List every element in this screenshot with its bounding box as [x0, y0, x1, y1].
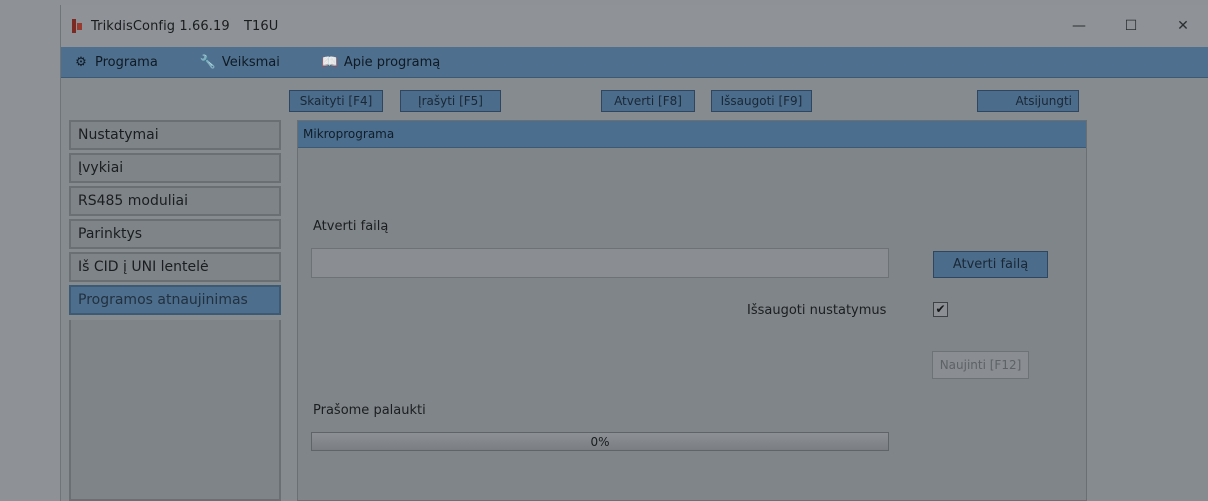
- close-button[interactable]: ✕: [1157, 5, 1208, 47]
- minimize-button[interactable]: —: [1053, 5, 1105, 47]
- sidebar-item-ivykiai[interactable]: Įvykiai: [69, 153, 281, 183]
- sidebar-item-parinktys[interactable]: Parinktys: [69, 219, 281, 249]
- open-file-label: Atverti failą: [313, 219, 389, 234]
- title-bar[interactable]: TrikdisConfig 1.66.19 T16U — ☐ ✕: [61, 5, 1208, 47]
- open-button[interactable]: Atverti [F8]: [601, 90, 695, 112]
- menu-label: Programa: [95, 54, 158, 70]
- menu-apie-programa[interactable]: 📖 Apie programą: [322, 47, 440, 77]
- save-settings-checkbox[interactable]: ✔: [933, 302, 948, 317]
- window-title: TrikdisConfig 1.66.19 T16U: [91, 19, 278, 34]
- book-icon: 📖: [321, 54, 338, 70]
- wait-label: Prašome palaukti: [313, 403, 426, 418]
- sidebar-nav: Nustatymai Įvykiai RS485 moduliai Parink…: [69, 120, 281, 318]
- window-controls: — ☐ ✕: [1053, 5, 1208, 47]
- write-button[interactable]: Įrašyti [F5]: [400, 90, 501, 112]
- gear-icon: ⚙: [75, 54, 87, 70]
- sidebar-empty-area: [69, 320, 281, 501]
- checkmark-icon: ✔: [935, 302, 946, 316]
- disconnect-button[interactable]: Atsijungti: [977, 90, 1079, 112]
- open-file-button[interactable]: Atverti failą: [933, 251, 1048, 278]
- sidebar-item-programos-atnaujinimas[interactable]: Programos atnaujinimas: [69, 285, 281, 315]
- app-name: TrikdisConfig 1.66.19: [91, 18, 230, 34]
- save-button[interactable]: Išsaugoti [F9]: [711, 90, 812, 112]
- progress-text: 0%: [590, 434, 610, 449]
- progress-bar: 0%: [311, 432, 889, 451]
- save-settings-label: Išsaugoti nustatymus: [747, 303, 887, 318]
- sidebar-item-cid-uni-lentele[interactable]: Iš CID į UNI lentelė: [69, 252, 281, 282]
- menu-label: Veiksmai: [221, 54, 280, 70]
- sidebar-item-nustatymai[interactable]: Nustatymai: [69, 120, 281, 150]
- sidebar-item-rs485-moduliai[interactable]: RS485 moduliai: [69, 186, 281, 216]
- menu-label: Apie programą: [343, 54, 441, 70]
- file-path-field[interactable]: [311, 248, 889, 278]
- firmware-panel: Mikroprograma Atverti failą Atverti fail…: [297, 120, 1087, 501]
- read-button[interactable]: Skaityti [F4]: [289, 90, 383, 112]
- menu-programa[interactable]: ⚙ Programa: [73, 47, 158, 77]
- toolbar: Skaityti [F4] Įrašyti [F5] Atverti [F8] …: [61, 77, 1208, 121]
- update-button[interactable]: Naujinti [F12]: [932, 351, 1029, 379]
- panel-title: Mikroprograma: [298, 121, 1086, 148]
- menu-bar: ⚙ Programa 🔧 Veiksmai 📖 Apie programą: [61, 47, 1208, 78]
- app-window: TrikdisConfig 1.66.19 T16U — ☐ ✕ ⚙ Progr…: [60, 5, 1208, 501]
- wrench-icon: 🔧: [199, 54, 216, 70]
- device-name: T16U: [243, 18, 279, 34]
- menu-veiksmai[interactable]: 🔧 Veiksmai: [200, 47, 280, 77]
- maximize-button[interactable]: ☐: [1105, 5, 1157, 47]
- app-logo-icon: [71, 19, 83, 33]
